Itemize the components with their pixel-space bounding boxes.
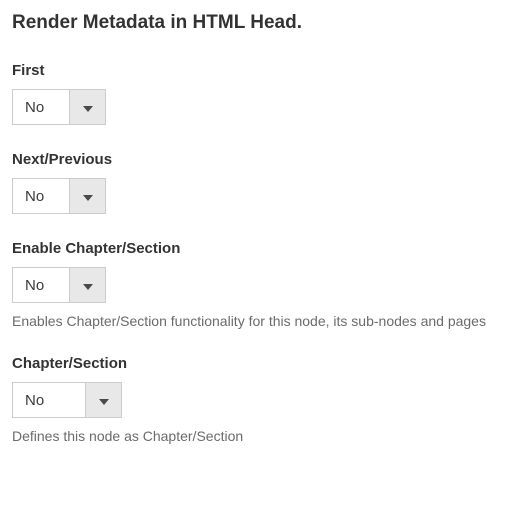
select-enable-chapter-section-value: No	[13, 268, 69, 302]
select-chapter-section-value: No	[13, 383, 85, 417]
label-first: First	[12, 62, 517, 79]
help-enable-chapter-section: Enables Chapter/Section functionality fo…	[12, 313, 517, 329]
select-enable-chapter-section-toggle[interactable]	[69, 268, 105, 302]
select-chapter-section[interactable]: No	[12, 382, 122, 418]
select-next-previous[interactable]: No	[12, 178, 106, 214]
label-chapter-section: Chapter/Section	[12, 355, 517, 372]
help-chapter-section: Defines this node as Chapter/Section	[12, 428, 517, 444]
field-enable-chapter-section: Enable Chapter/Section No Enables Chapte…	[12, 240, 517, 329]
select-first-toggle[interactable]	[69, 90, 105, 124]
select-first[interactable]: No	[12, 89, 106, 125]
select-next-previous-value: No	[13, 179, 69, 213]
select-next-previous-toggle[interactable]	[69, 179, 105, 213]
chevron-down-icon	[83, 189, 93, 204]
chevron-down-icon	[83, 278, 93, 293]
chevron-down-icon	[99, 393, 109, 408]
select-chapter-section-toggle[interactable]	[85, 383, 121, 417]
field-first: First No	[12, 62, 517, 125]
chevron-down-icon	[83, 100, 93, 115]
select-first-value: No	[13, 90, 69, 124]
select-enable-chapter-section[interactable]: No	[12, 267, 106, 303]
page-title: Render Metadata in HTML Head.	[12, 12, 517, 34]
label-next-previous: Next/Previous	[12, 151, 517, 168]
field-next-previous: Next/Previous No	[12, 151, 517, 214]
field-chapter-section: Chapter/Section No Defines this node as …	[12, 355, 517, 444]
label-enable-chapter-section: Enable Chapter/Section	[12, 240, 517, 257]
